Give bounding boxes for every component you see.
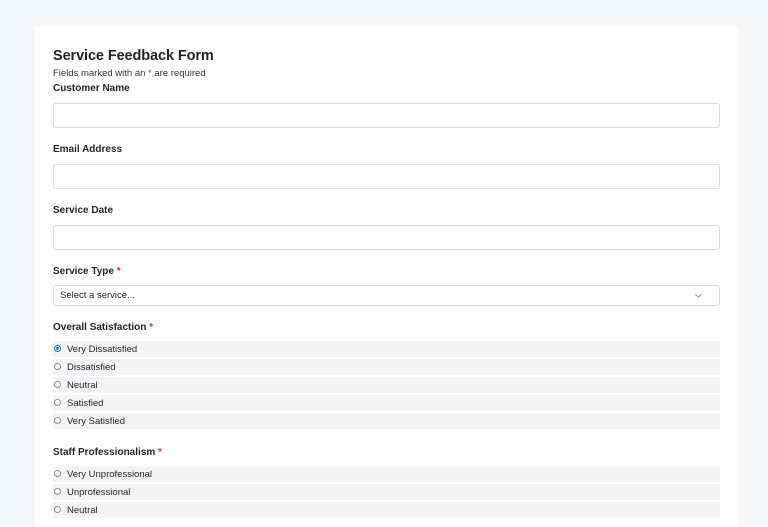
option-label: Very Unprofessional (67, 468, 153, 480)
required-star: * (116, 266, 121, 277)
professionalism-option-neutral[interactable]: Neutral (53, 502, 720, 518)
radio-button[interactable] (54, 487, 61, 495)
option-label: Neutral (67, 379, 98, 391)
radio-button[interactable] (54, 344, 61, 352)
radio-button[interactable] (54, 362, 61, 370)
radio-button[interactable] (54, 469, 61, 477)
overall-satisfaction-label-text: Overall Satisfaction (53, 322, 147, 333)
required-note-suffix: are required (151, 68, 206, 79)
satisfaction-option-very-dissatisfied[interactable]: Very Dissatisfied (53, 341, 720, 357)
service-type-select[interactable]: Select a service... (53, 285, 720, 306)
option-label: Neutral (67, 504, 98, 516)
radio-button[interactable] (54, 398, 61, 406)
service-date-label: Service Date (53, 205, 114, 216)
service-date-input[interactable] (53, 225, 720, 250)
staff-professionalism-label-text: Staff Professionalism (53, 447, 156, 458)
required-star: * (158, 447, 162, 458)
option-label: Very Satisfied (67, 415, 126, 427)
radio-button[interactable] (54, 380, 61, 388)
service-type-label-text: Service Type (53, 266, 114, 277)
email-label: Email Address (53, 144, 123, 155)
radio-button[interactable] (54, 505, 61, 513)
overall-satisfaction-options: Very Dissatisfied Dissatisfied Neutral S… (53, 341, 720, 429)
option-label: Dissatisfied (67, 361, 116, 373)
feedback-form-card: Service Feedback Form Fields marked with… (35, 27, 738, 527)
customer-name-input[interactable] (53, 103, 720, 128)
required-note-prefix: Fields marked with an (53, 68, 149, 79)
satisfaction-option-neutral[interactable]: Neutral (53, 377, 720, 393)
radio-button[interactable] (54, 416, 61, 424)
staff-professionalism-options: Very Unprofessional Unprofessional Neutr… (53, 466, 720, 518)
professionalism-option-very-unprofessional[interactable]: Very Unprofessional (53, 466, 720, 482)
required-note: Fields marked with an * are required (53, 68, 720, 80)
required-star: * (149, 322, 154, 333)
form-title: Service Feedback Form (53, 48, 214, 64)
satisfaction-option-very-satisfied[interactable]: Very Satisfied (53, 413, 720, 429)
professionalism-option-unprofessional[interactable]: Unprofessional (53, 484, 720, 500)
option-label: Satisfied (67, 397, 104, 409)
email-input[interactable] (53, 164, 720, 189)
customer-name-label: Customer Name (53, 83, 130, 94)
option-label: Unprofessional (67, 486, 131, 498)
option-label: Very Dissatisfied (67, 343, 138, 355)
satisfaction-option-dissatisfied[interactable]: Dissatisfied (53, 359, 720, 375)
service-type-label: Service Type * (53, 266, 720, 278)
service-type-selected-value: Select a service... (60, 290, 135, 301)
satisfaction-option-satisfied[interactable]: Satisfied (53, 395, 720, 411)
overall-satisfaction-label: Overall Satisfaction * (53, 322, 720, 334)
chevron-down-icon (695, 293, 702, 298)
staff-professionalism-label: Staff Professionalism * (53, 447, 720, 459)
